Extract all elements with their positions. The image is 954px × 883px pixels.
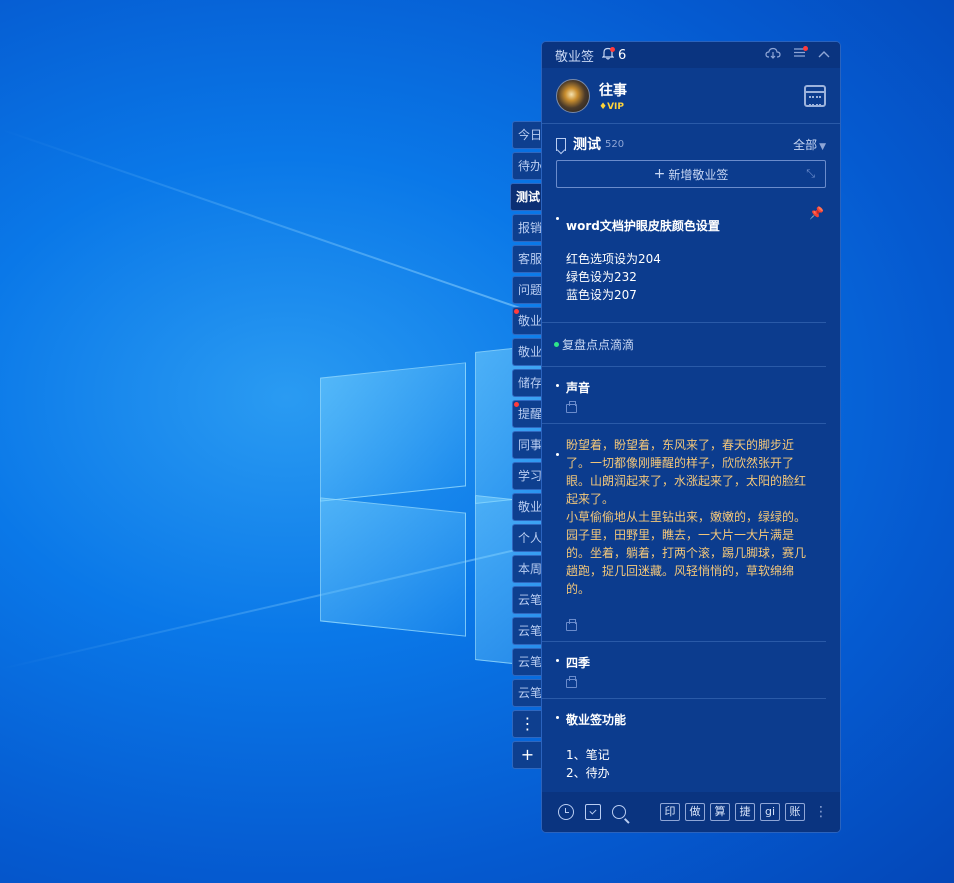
- app-title: 敬业签: [555, 49, 595, 65]
- unread-dot: [514, 309, 519, 314]
- cloud-sync-icon[interactable]: [765, 47, 781, 63]
- tab-jingye-2[interactable]: 敬业: [512, 338, 542, 366]
- category-name: 测试: [573, 137, 601, 153]
- bullet: [556, 217, 559, 220]
- checklist-icon[interactable]: [585, 804, 601, 820]
- more-vertical-icon: ⋮: [519, 714, 536, 733]
- stamp-icon[interactable]: [566, 676, 577, 688]
- add-note-button[interactable]: + 新增敬业签 ⤡: [556, 160, 826, 188]
- note-title: 声音: [566, 381, 591, 395]
- tab-jingye-3[interactable]: 敬业: [512, 493, 542, 521]
- menu-icon[interactable]: [793, 46, 808, 63]
- clock-icon[interactable]: [558, 804, 574, 820]
- tab-xuexi[interactable]: 学习: [512, 462, 542, 490]
- tab-baoxiao[interactable]: 报销: [512, 214, 542, 242]
- collapse-icon[interactable]: [818, 47, 830, 63]
- tab-jinri[interactable]: 今日: [512, 121, 542, 149]
- calculator-button[interactable]: 算: [710, 803, 730, 821]
- tab-tongshi[interactable]: 同事: [512, 431, 542, 459]
- tab-jingye-1[interactable]: 敬业: [512, 307, 542, 335]
- note-list: 📌 word文档护眼皮肤颜色设置 红色选项设为204 绿色设为232 蓝色设为2…: [542, 200, 840, 792]
- tab-yunbi-1[interactable]: 云笔: [512, 586, 542, 614]
- tab-kefu[interactable]: 客服: [512, 245, 542, 273]
- tab-benzhou[interactable]: 本周: [512, 555, 542, 583]
- note-title: 四季: [566, 656, 591, 670]
- avatar[interactable]: [556, 78, 590, 113]
- note-item[interactable]: 盼望着，盼望着，东风来了，春天的脚步近了。一切都像刚睡醒的样子，欣欣然张开了眼。…: [542, 436, 826, 642]
- user-name: 往事: [599, 82, 627, 99]
- bookmark-icon: [556, 137, 566, 151]
- tab-chucun[interactable]: 储存: [512, 369, 542, 397]
- expand-icon[interactable]: ⤡: [806, 167, 815, 181]
- add-tab-button[interactable]: +: [512, 741, 542, 769]
- calendar-icon[interactable]: [804, 84, 826, 107]
- tab-geren[interactable]: 个人: [512, 524, 542, 552]
- more-tabs-button[interactable]: ⋮: [512, 710, 542, 738]
- bullet: [556, 659, 559, 662]
- note-title: 复盘点点滴滴: [562, 338, 635, 352]
- gi-button[interactable]: gi: [760, 803, 780, 821]
- vip-badge: ♦VIP: [599, 101, 624, 112]
- chevron-down-icon: ▼: [819, 141, 826, 152]
- plus-icon: +: [520, 745, 535, 764]
- search-icon[interactable]: [612, 805, 626, 819]
- plus-icon: +: [653, 166, 666, 182]
- more-vertical-icon[interactable]: ⋮: [814, 805, 828, 819]
- ledger-button[interactable]: 账: [785, 803, 805, 821]
- todo-button[interactable]: 做: [685, 803, 705, 821]
- bullet: [556, 384, 559, 387]
- note-item[interactable]: 四季: [542, 642, 826, 699]
- windows-logo-pane: [320, 362, 466, 502]
- category-header: 测试 520 全部 ▼: [542, 130, 840, 158]
- windows-logo-pane: [320, 497, 466, 637]
- tab-yunbi-3[interactable]: 云笔: [512, 648, 542, 676]
- category-tabs: 今日 待办 测试 报销 客服 问题 敬业 敬业 储存 提醒 同事 学习 敬业 个…: [510, 121, 542, 772]
- notification-count: 6: [618, 47, 627, 63]
- tab-daiban[interactable]: 待办: [512, 152, 542, 180]
- stamp-icon[interactable]: [566, 401, 577, 413]
- bullet: [556, 453, 559, 456]
- note-item[interactable]: 声音: [542, 367, 826, 424]
- bell-icon[interactable]: [601, 46, 616, 64]
- note-title: word文档护眼皮肤颜色设置: [566, 219, 720, 233]
- shortcut-button[interactable]: 捷: [735, 803, 755, 821]
- note-item[interactable]: 敬业签功能 1、笔记 2、待办: [542, 699, 826, 782]
- diamond-icon: ♦: [599, 101, 608, 112]
- status-dot: [554, 342, 559, 347]
- pin-icon[interactable]: 📌: [809, 206, 824, 220]
- bottom-toolbar: 印 做 算 捷 gi 账 ⋮: [542, 792, 840, 832]
- print-button[interactable]: 印: [660, 803, 680, 821]
- tab-yunbi-4[interactable]: 云笔: [512, 679, 542, 707]
- note-body: 1、笔记 2、待办: [566, 748, 610, 780]
- titlebar: 敬业签 6: [542, 42, 840, 68]
- sticky-note-panel: 敬业签 6 往事 ♦VIP 测试 520 全部 ▼ + 新增敬业签 ⤡ 📌 wo…: [541, 41, 841, 833]
- user-row: 往事 ♦VIP: [542, 68, 840, 124]
- category-count: 520: [605, 138, 625, 150]
- note-item[interactable]: 复盘点点滴滴: [542, 323, 826, 367]
- note-item[interactable]: 📌 word文档护眼皮肤颜色设置 红色选项设为204 绿色设为232 蓝色设为2…: [542, 200, 826, 323]
- stamp-icon[interactable]: [566, 619, 577, 631]
- tab-wenti[interactable]: 问题: [512, 276, 542, 304]
- unread-dot: [514, 402, 519, 407]
- tab-tixing[interactable]: 提醒: [512, 400, 542, 428]
- tab-ceshi[interactable]: 测试: [510, 183, 542, 211]
- filter-dropdown[interactable]: 全部 ▼: [793, 136, 826, 153]
- tab-yunbi-2[interactable]: 云笔: [512, 617, 542, 645]
- note-body: 盼望着，盼望着，东风来了，春天的脚步近了。一切都像刚睡醒的样子，欣欣然张开了眼。…: [566, 438, 807, 596]
- note-body: 红色选项设为204 绿色设为232 蓝色设为207: [566, 252, 661, 302]
- note-title: 敬业签功能: [566, 713, 627, 727]
- bullet: [556, 716, 559, 719]
